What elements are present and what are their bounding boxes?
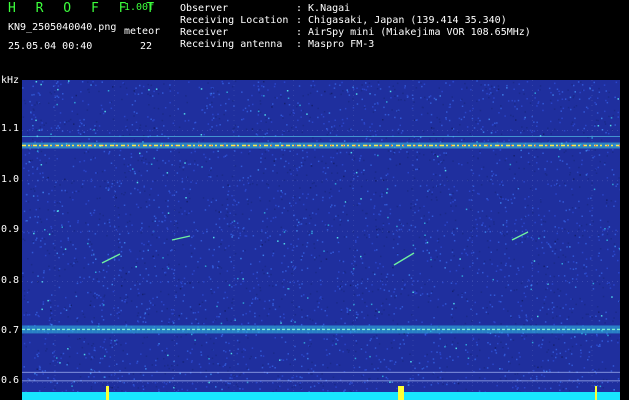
y-tick-label: 0.9 <box>1 224 20 236</box>
header-panel: H R O F F T 1.00f KN9_2505040040.png met… <box>0 0 629 76</box>
y-axis-unit: kHz <box>1 75 20 86</box>
noise-layer <box>22 80 620 400</box>
bottom-strip-marker <box>106 386 109 400</box>
datetime-label: 25.05.04 00:40 <box>8 41 93 52</box>
bottom-strip-marker <box>398 386 404 400</box>
y-tick-label: 1.0 <box>1 173 20 185</box>
meteor-trace <box>101 253 121 264</box>
y-tick-label: 1.1 <box>1 123 20 135</box>
meteor-label: meteor <box>124 26 161 37</box>
info-observer-label: Observer <box>180 3 229 14</box>
noise-band <box>22 325 620 334</box>
y-tick-label: 0.6 <box>1 375 20 387</box>
info-observer-value: : K.Nagai <box>296 3 351 14</box>
info-antenna-label: Receiving antenna <box>180 39 283 50</box>
info-location-value: : Chigasaki, Japan (139.414 35.340) <box>296 15 507 26</box>
version-label: 1.00f <box>124 2 155 13</box>
bottom-strip-marker <box>595 386 597 400</box>
info-location-label: Receiving Location <box>180 15 289 26</box>
info-receiver-value: : AirSpy mini (Miakejima VOR 108.65MHz) <box>296 27 531 38</box>
spectrogram-plot <box>22 80 620 400</box>
meteor-trace <box>171 235 191 241</box>
y-tick-label: 0.7 <box>1 324 20 336</box>
y-tick-label: 0.8 <box>1 274 20 286</box>
bottom-strip <box>22 392 620 400</box>
meteor-count: 22 <box>140 41 153 52</box>
spectrogram-svg <box>22 80 620 400</box>
info-antenna-value: : Maspro FM-3 <box>296 39 375 50</box>
filename-label: KN9_2505040040.png <box>8 22 117 33</box>
info-receiver-label: Receiver <box>180 27 229 38</box>
